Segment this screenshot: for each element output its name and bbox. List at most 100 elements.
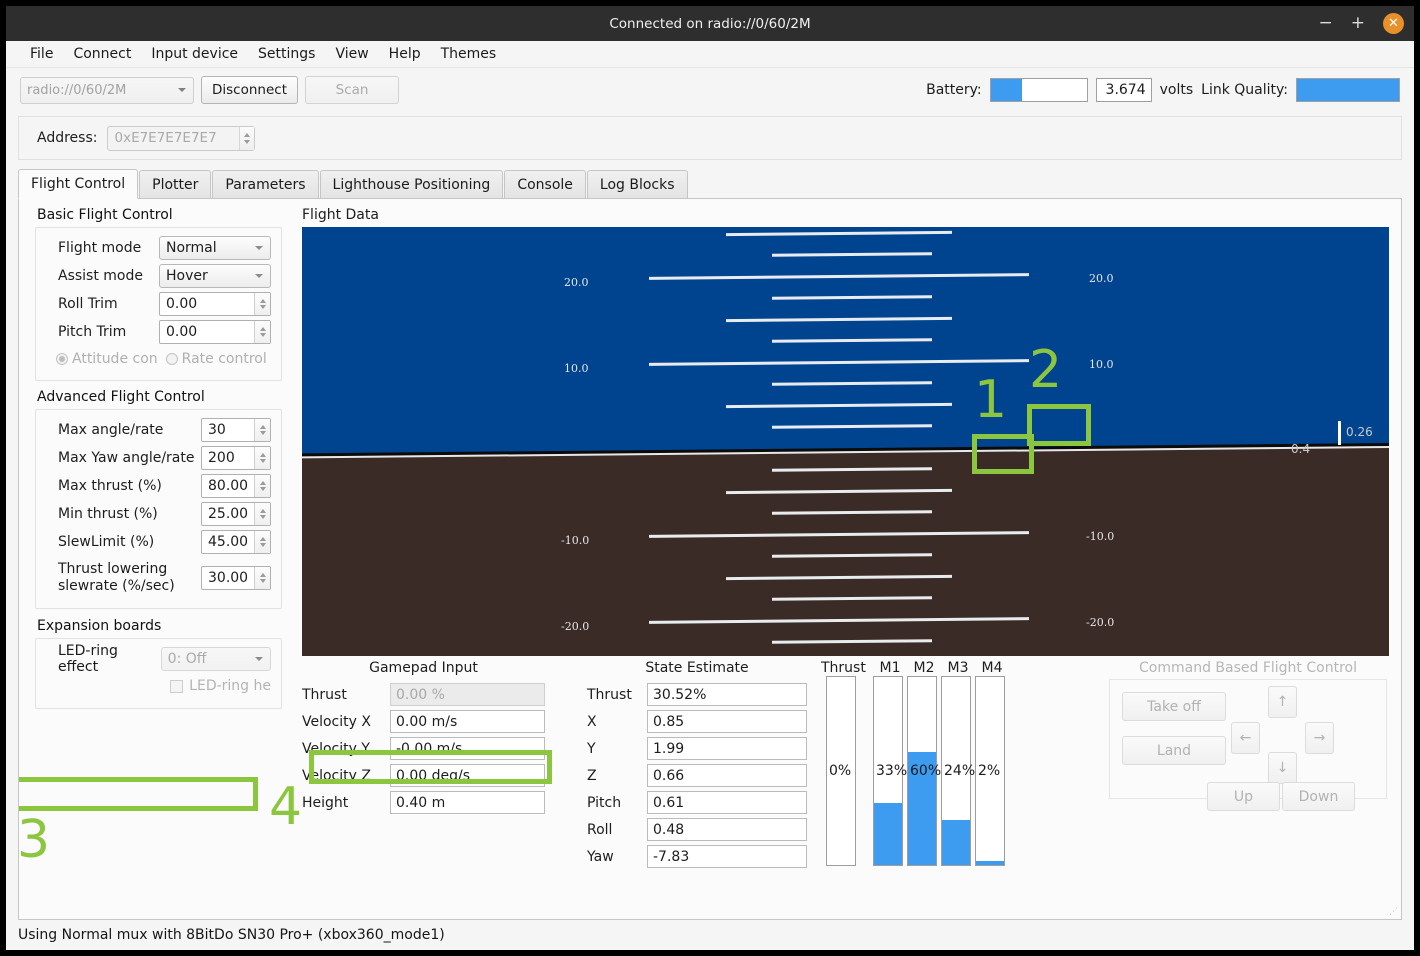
min-thrust-stepper[interactable] <box>254 503 270 525</box>
tab-plotter[interactable]: Plotter <box>139 170 212 198</box>
motor-bar-m1-fill <box>874 802 902 865</box>
forward-arrow-button[interactable]: ↑ <box>1268 686 1297 718</box>
take-off-button[interactable]: Take off <box>1122 692 1226 721</box>
thrust-lowering-slewrate-row: Thrust lowering slewrate (%/sec) 30.00 <box>46 556 271 600</box>
scan-button[interactable]: Scan <box>305 76 399 104</box>
state-yaw-field: -7.83 <box>647 845 807 868</box>
thrust-lowering-slewrate-input[interactable]: 30.00 <box>201 566 271 590</box>
flight-mode-select[interactable]: Normal <box>159 236 271 260</box>
menu-item-connect[interactable]: Connect <box>63 44 141 64</box>
tab-log-blocks[interactable]: Log Blocks <box>586 170 688 198</box>
max-yaw-angle-rate-input[interactable]: 200 <box>201 446 271 470</box>
rate-control-radio[interactable] <box>165 353 178 365</box>
pitch-trim-stepper[interactable] <box>254 321 270 343</box>
disconnect-button[interactable]: Disconnect <box>201 76 298 104</box>
title-bar: Connected on radio://0/60/2M − + ✕ <box>6 6 1414 41</box>
state-thrust-row: Thrust 30.52% <box>587 681 807 708</box>
menu-item-input-device[interactable]: Input device <box>141 44 248 64</box>
pitch-rung-minor <box>771 510 933 515</box>
gamepad-velocity-z-field[interactable]: 0.00 deg/s <box>390 764 545 787</box>
gamepad-height-field[interactable]: 0.40 m <box>390 791 545 814</box>
thrust-lowering-slewrate-value: 30.00 <box>208 570 249 586</box>
gamepad-height-row: Height 0.40 m <box>302 789 545 816</box>
chevron-up-icon <box>259 509 266 513</box>
slew-limit-input[interactable]: 45.00 <box>201 530 271 554</box>
pitch-rung-minor <box>771 338 933 343</box>
battery-label: Battery: <box>926 82 982 98</box>
pitch-rung-medium <box>725 316 953 322</box>
close-icon[interactable]: ✕ <box>1383 13 1404 34</box>
pitch-trim-input[interactable]: 0.00 <box>159 320 271 344</box>
tab-console[interactable]: Console <box>504 170 586 198</box>
right-arrow-button[interactable]: → <box>1305 722 1334 754</box>
assist-mode-select[interactable]: Hover <box>159 264 271 288</box>
motor-bar-m2: 60% <box>907 676 941 866</box>
address-stepper[interactable] <box>239 126 255 150</box>
menu-item-file[interactable]: File <box>20 44 63 64</box>
pitch-rung-minor <box>771 424 933 429</box>
up-button[interactable]: Up <box>1207 782 1280 811</box>
resize-grip[interactable]: ⋰ <box>1389 907 1399 917</box>
land-button[interactable]: Land <box>1122 736 1226 765</box>
min-thrust-label: Min thrust (%) <box>58 506 158 522</box>
max-thrust-input[interactable]: 80.00 <box>201 474 271 498</box>
max-thrust-stepper[interactable] <box>254 475 270 497</box>
chevron-down-icon <box>259 543 266 547</box>
pitch-rung-major <box>648 617 1030 624</box>
state-roll-row: Roll 0.48 <box>587 816 807 843</box>
thrust-lowering-slewrate-label: Thrust lowering slewrate (%/sec) <box>58 561 175 594</box>
minimize-icon[interactable]: − <box>1319 15 1333 32</box>
gamepad-velocity-y-label: Velocity Y <box>302 740 370 757</box>
menu-item-help[interactable]: Help <box>379 44 431 64</box>
state-y-row: Y 1.99 <box>587 735 807 762</box>
pitch-tick-left-10: 10.0 <box>564 362 589 375</box>
pitch-trim-value: 0.00 <box>166 324 198 340</box>
slew-limit-stepper[interactable] <box>254 531 270 553</box>
tab-parameters[interactable]: Parameters <box>212 170 319 198</box>
led-ring-effect-label: LED-ring effect <box>58 643 118 675</box>
menu-item-themes[interactable]: Themes <box>431 44 507 64</box>
uri-combo[interactable]: radio://0/60/2M <box>20 76 194 104</box>
down-button[interactable]: Down <box>1282 782 1355 811</box>
roll-trim-input[interactable]: 0.00 <box>159 292 271 316</box>
max-angle-rate-input[interactable]: 30 <box>201 418 271 442</box>
pitch-tick-right-20: 20.0 <box>1089 272 1114 285</box>
motor-bar-headers: Thrust M1 M2 M3 M4 <box>821 660 1009 676</box>
gamepad-velocity-y-field[interactable]: -0.00 m/s <box>390 737 545 760</box>
chevron-down-icon <box>255 274 263 278</box>
connection-toolbar: radio://0/60/2M Disconnect Scan Battery:… <box>6 68 1414 112</box>
tab-lighthouse-positioning[interactable]: Lighthouse Positioning <box>319 170 504 198</box>
tab-bar: Flight Control Plotter Parameters Lighth… <box>18 168 1402 199</box>
gamepad-thrust-row: Thrust 0.00 % <box>302 681 545 708</box>
state-z-row: Z 0.66 <box>587 762 807 789</box>
basic-flight-control-title: Basic Flight Control <box>37 207 173 223</box>
chevron-up-icon <box>259 537 266 541</box>
window-title: Connected on radio://0/60/2M <box>609 15 811 32</box>
led-ring-effect-select[interactable]: 0: Off <box>160 647 271 671</box>
min-thrust-input[interactable]: 25.00 <box>201 502 271 526</box>
max-angle-rate-stepper[interactable] <box>254 419 270 441</box>
left-arrow-button[interactable]: ← <box>1231 722 1260 754</box>
state-pitch-field: 0.61 <box>647 791 807 814</box>
motor-header-m1: M1 <box>879 660 901 676</box>
command-flight-control-title: Command Based Flight Control <box>1139 660 1357 676</box>
advanced-flight-control-title: Advanced Flight Control <box>37 389 205 405</box>
pitch-rung-medium <box>725 230 953 236</box>
tab-flight-control[interactable]: Flight Control <box>18 169 139 199</box>
menu-item-view[interactable]: View <box>325 44 378 64</box>
max-angle-rate-row: Max angle/rate 30 <box>46 416 271 444</box>
motor-bars-section: Thrust M1 M2 M3 M4 0% 33% 60% 24% 2% <box>821 660 1009 919</box>
flight-control-panel: Basic Flight Control Flight mode Normal … <box>18 199 1402 920</box>
led-ring-headlight-checkbox[interactable] <box>170 679 184 693</box>
maximize-icon[interactable]: + <box>1351 15 1365 32</box>
thrust-lowering-slewrate-stepper[interactable] <box>254 567 270 589</box>
gamepad-velocity-x-field[interactable]: 0.00 m/s <box>390 710 545 733</box>
max-yaw-angle-rate-stepper[interactable] <box>254 447 270 469</box>
address-input[interactable]: 0xE7E7E7E7E7 <box>107 125 256 151</box>
motor-bar-m1-text: 33% <box>876 763 908 779</box>
menu-item-settings[interactable]: Settings <box>248 44 325 64</box>
roll-trim-stepper[interactable] <box>254 293 270 315</box>
attitude-control-radio[interactable] <box>56 353 68 365</box>
assist-mode-value: Hover <box>166 268 208 284</box>
back-arrow-button[interactable]: ↓ <box>1268 752 1297 784</box>
